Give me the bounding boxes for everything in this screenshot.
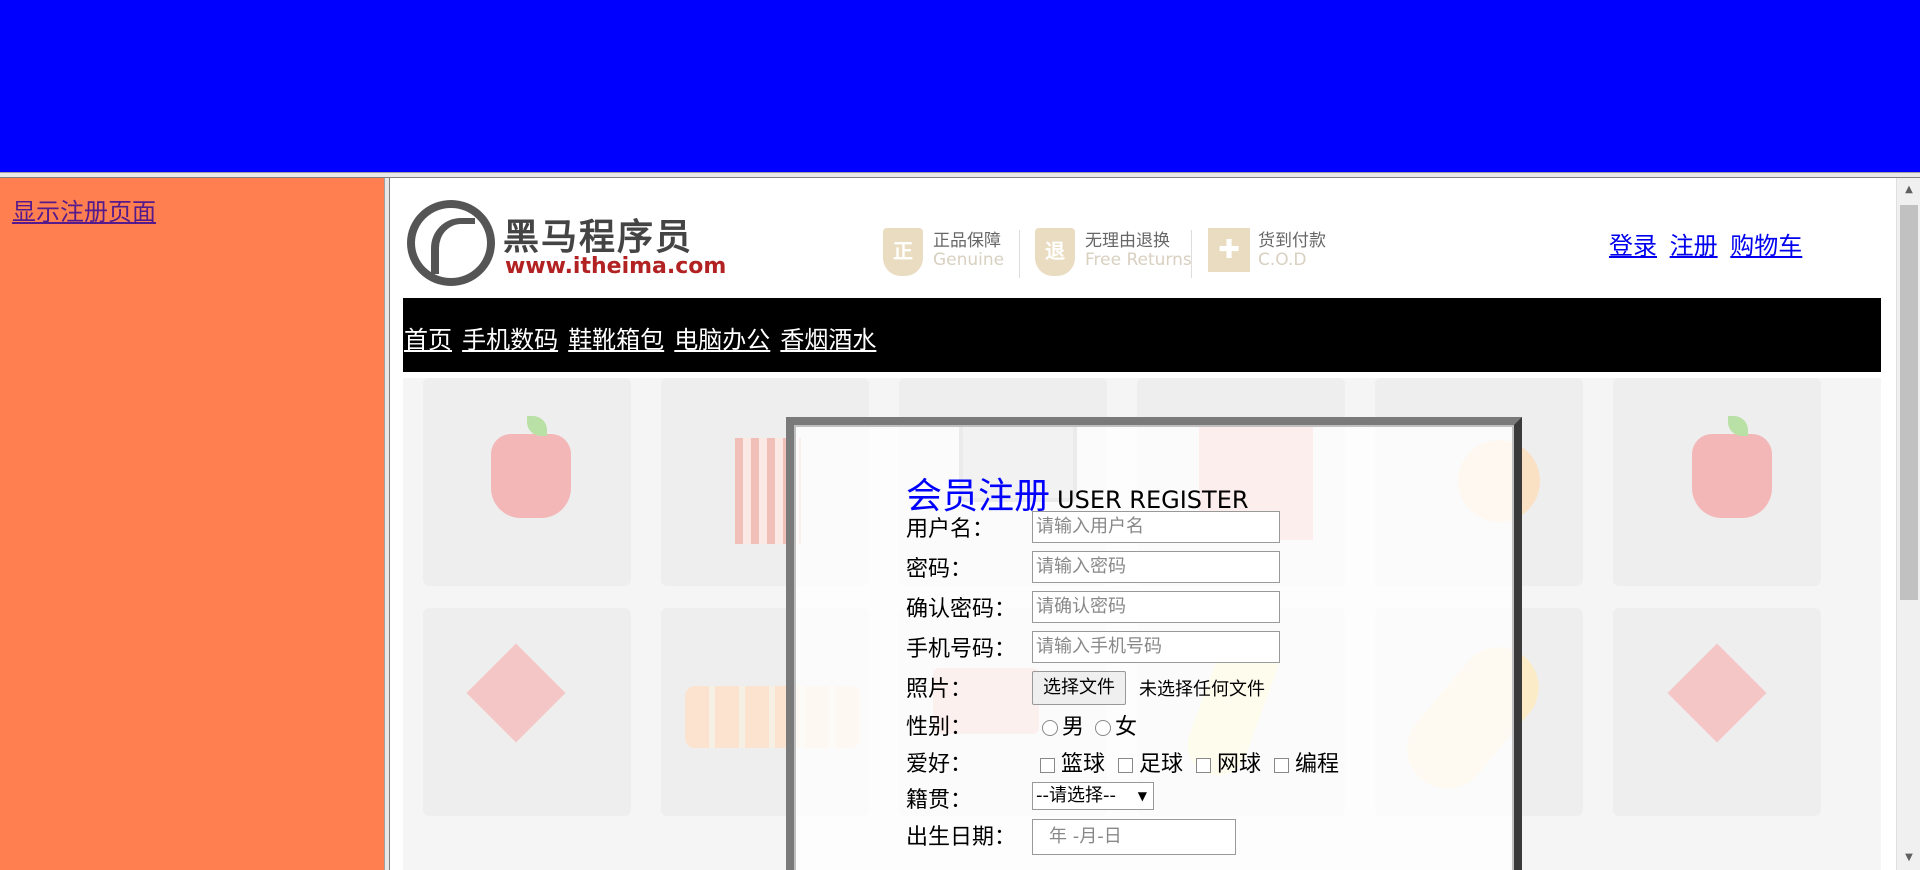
top-frame <box>0 0 1920 172</box>
birthday-label: 出生日期： <box>906 825 1017 850</box>
show-register-link[interactable]: 显示注册页面 <box>12 192 156 227</box>
password-input[interactable]: 请输入密码 <box>1032 551 1280 583</box>
nav-item-digital[interactable]: 手机数码 <box>462 320 558 355</box>
badge-cod-en: C.O.D <box>1258 250 1307 270</box>
gender-male-radio[interactable] <box>1042 720 1058 736</box>
hobby-basketball-label: 篮球 <box>1061 752 1106 777</box>
badge-returns-en: Free Returns <box>1085 250 1192 270</box>
hobby-tennis-checkbox[interactable] <box>1196 757 1212 773</box>
apple-icon <box>1692 434 1772 518</box>
username-label: 用户名： <box>906 517 995 542</box>
choose-file-button[interactable]: 选择文件 <box>1032 671 1126 705</box>
photo-label: 照片： <box>906 677 973 702</box>
gender-options: 男 女 <box>1042 709 1137 741</box>
service-badges: 正 正品保障 Genuine 退 无理由退换 Free Returns ✚ 货到… <box>883 224 1363 280</box>
gender-female-radio[interactable] <box>1095 720 1112 736</box>
hobby-label: 爱好： <box>906 752 973 777</box>
gift-box-icon: ✚ <box>1208 228 1250 272</box>
site-logo[interactable]: 黑马程序员 www.itheima.com <box>403 194 726 288</box>
gender-male-label: 男 <box>1062 715 1085 740</box>
nav-item-computers[interactable]: 电脑办公 <box>674 320 770 355</box>
hobby-coding-checkbox[interactable] <box>1274 757 1290 773</box>
cart-link[interactable]: 购物车 <box>1730 232 1802 260</box>
username-input[interactable]: 请输入用户名 <box>1032 511 1280 543</box>
logo-url: www.itheima.com <box>505 254 727 279</box>
phone-label: 手机号码： <box>906 637 1017 662</box>
gender-label: 性别： <box>906 715 973 740</box>
scroll-down-arrow-icon[interactable]: ▼ <box>1897 846 1920 870</box>
returns-shield-icon: 退 <box>1035 228 1075 276</box>
site-header: 黑马程序员 www.itheima.com 正 正品保障 Genuine 退 无… <box>403 194 1881 294</box>
hobby-tennis-label: 网球 <box>1217 752 1262 777</box>
password-label: 密码： <box>906 557 973 582</box>
gender-female-label: 女 <box>1115 715 1138 740</box>
header-links: 登录 注册 购物车 <box>1609 226 1807 261</box>
register-panel-inner: 会员注册 USER REGISTER 用户名： 请输入用户名 密码： 请输入密码… <box>794 425 1514 870</box>
nav-item-home[interactable]: 首页 <box>404 320 452 355</box>
nav-bar: 首页 手机数码 鞋靴箱包 电脑办公 香烟酒水 <box>403 298 1881 372</box>
badge-cod-cn: 货到付款 <box>1258 231 1326 251</box>
badge-divider <box>1019 230 1020 278</box>
badge-genuine-cn: 正品保障 <box>933 231 1001 251</box>
origin-select[interactable]: --请选择-- ▼ <box>1032 782 1154 810</box>
horse-logo-icon <box>407 200 495 286</box>
file-status: 未选择任何文件 <box>1139 679 1265 700</box>
badge-returns-cn: 无理由退换 <box>1085 231 1170 251</box>
origin-label: 籍贯： <box>906 788 973 813</box>
hobby-football-checkbox[interactable] <box>1118 757 1134 773</box>
origin-select-value: --请选择-- <box>1036 785 1116 806</box>
hobby-options: 篮球 足球 网球 编程 <box>1040 746 1339 778</box>
hobby-football-label: 足球 <box>1139 752 1184 777</box>
register-background: 会员注册 USER REGISTER 用户名： 请输入用户名 密码： 请输入密码… <box>403 378 1881 870</box>
register-link[interactable]: 注册 <box>1670 232 1718 260</box>
hobby-coding-label: 编程 <box>1295 752 1340 777</box>
logo-title: 黑马程序员 <box>503 217 694 258</box>
genuine-shield-icon: 正 <box>883 228 923 276</box>
phone-input[interactable]: 请输入手机号码 <box>1032 631 1280 663</box>
hobby-basketball-checkbox[interactable] <box>1040 757 1055 773</box>
scroll-up-arrow-icon[interactable]: ▲ <box>1897 178 1920 202</box>
form-title-en: USER REGISTER <box>1057 486 1249 514</box>
birthday-date-input[interactable]: 年 -月-日 <box>1032 819 1236 855</box>
vertical-scrollbar[interactable]: ▲ ▼ <box>1896 178 1920 870</box>
main-frame: 黑马程序员 www.itheima.com 正 正品保障 Genuine 退 无… <box>390 178 1920 870</box>
confirm-password-label: 确认密码： <box>906 597 1017 622</box>
badge-genuine-en: Genuine <box>933 250 1005 270</box>
nav-item-shoes-bags[interactable]: 鞋靴箱包 <box>568 320 664 355</box>
left-frame: 显示注册页面 <box>0 178 384 870</box>
apple-icon <box>491 434 571 518</box>
register-panel: 会员注册 USER REGISTER 用户名： 请输入用户名 密码： 请输入密码… <box>786 417 1522 870</box>
badge-divider <box>1191 230 1192 278</box>
scrollbar-thumb[interactable] <box>1900 205 1918 600</box>
login-link[interactable]: 登录 <box>1609 232 1657 260</box>
confirm-password-input[interactable]: 请确认密码 <box>1032 591 1280 623</box>
dropdown-arrow-icon: ▼ <box>1137 789 1147 803</box>
nav-item-tobacco-wine[interactable]: 香烟酒水 <box>780 320 876 355</box>
